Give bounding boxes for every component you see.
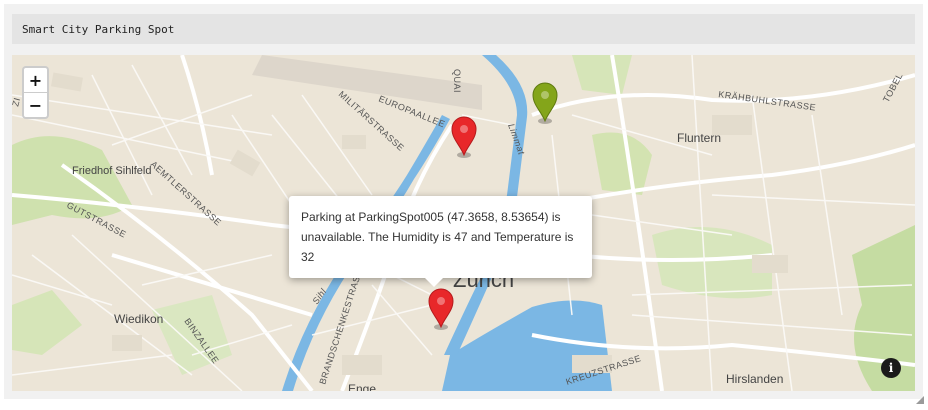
street-label-sihlquai: QUAI — [452, 69, 462, 93]
popup-text: Parking at ParkingSpot005 (47.3658, 8.53… — [301, 210, 574, 264]
place-label-wiedikon: Wiedikon — [114, 312, 163, 326]
page-title: Smart City Parking Spot — [22, 22, 175, 36]
page-header: Smart City Parking Spot — [12, 14, 915, 44]
place-label-fluntern: Fluntern — [677, 131, 721, 145]
info-icon[interactable]: i — [881, 358, 901, 378]
zoom-in-button[interactable]: + — [24, 68, 47, 93]
popup-tip — [424, 277, 444, 287]
zoom-control: + − — [22, 66, 49, 119]
marker-popup: Parking at ParkingSpot005 (47.3658, 8.53… — [289, 196, 592, 278]
map-view[interactable]: Friedhof Sihlfeld Wiedikon Fluntern Hirs… — [12, 55, 915, 391]
resize-handle-icon[interactable] — [916, 396, 924, 404]
place-label-enge: Enge — [348, 382, 376, 391]
place-label-friedhof: Friedhof Sihlfeld — [72, 165, 152, 177]
place-label-hirslanden: Hirslanden — [726, 372, 783, 386]
zoom-out-button[interactable]: − — [24, 93, 47, 117]
